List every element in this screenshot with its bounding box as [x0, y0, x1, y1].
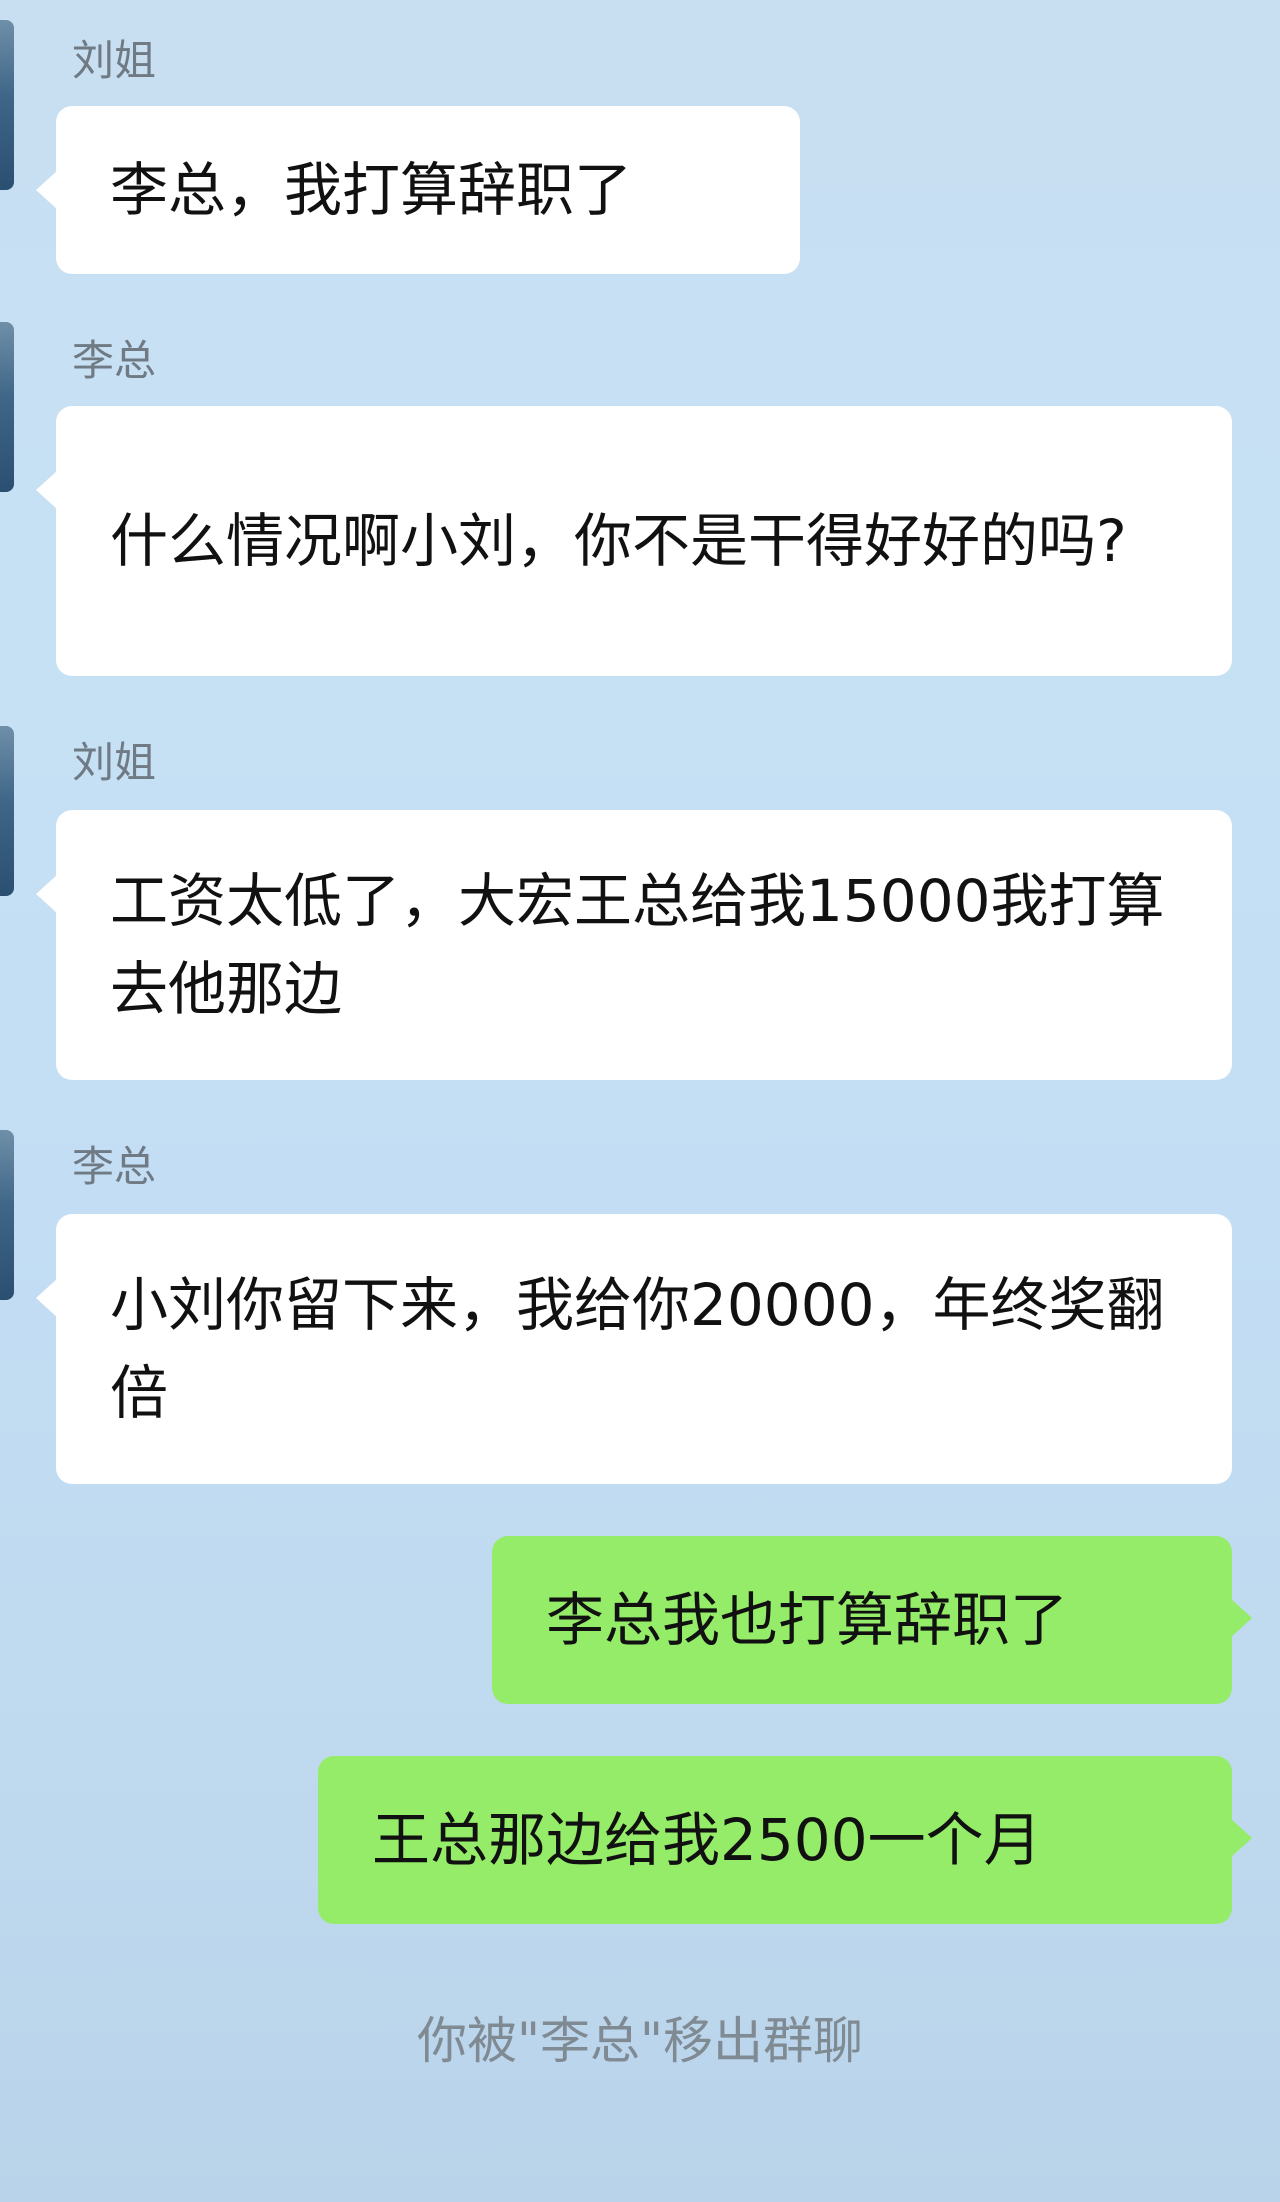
message-bubble[interactable]: 工资太低了，大宏王总给我15000我打算去他那边	[36, 810, 1232, 1080]
message-text: 王总那边给我2500一个月	[372, 1806, 1042, 1874]
system-notice: 你被"李总"移出群聊	[417, 2012, 863, 2070]
message-bubble[interactable]: 什么情况啊小刘，你不是干得好好的吗?	[36, 406, 1232, 676]
outgoing-message-bubble[interactable]: 王总那边给我2500一个月	[318, 1756, 1252, 1924]
sender-name: 李总	[72, 336, 157, 385]
outgoing-message-bubble[interactable]: 李总我也打算辞职了	[492, 1536, 1252, 1704]
sender-name: 刘姐	[72, 36, 157, 85]
avatar[interactable]	[0, 322, 14, 492]
avatar[interactable]	[0, 20, 14, 190]
message-bubble[interactable]: 小刘你留下来，我给你20000，年终奖翻倍	[36, 1214, 1232, 1484]
avatar[interactable]	[0, 1130, 14, 1300]
message-text: 李总我也打算辞职了	[546, 1586, 1069, 1654]
message-text: 什么情况啊小刘，你不是干得好好的吗?	[110, 507, 1127, 575]
message-text: 小刘你留下来，我给你20000，年终奖翻倍	[110, 1271, 1165, 1427]
avatar[interactable]	[0, 726, 14, 896]
sender-name: 刘姐	[72, 738, 157, 787]
chat-area[interactable]: 刘姐 李总，我打算辞职了 李总 什么情况啊小刘，你不是干得好好的吗? 刘姐 工资…	[0, 0, 1280, 2202]
message-bubble[interactable]: 李总，我打算辞职了	[36, 106, 800, 274]
message-text: 工资太低了，大宏王总给我15000我打算去他那边	[110, 867, 1165, 1023]
sender-name: 李总	[72, 1142, 157, 1191]
message-text: 李总，我打算辞职了	[110, 156, 633, 224]
